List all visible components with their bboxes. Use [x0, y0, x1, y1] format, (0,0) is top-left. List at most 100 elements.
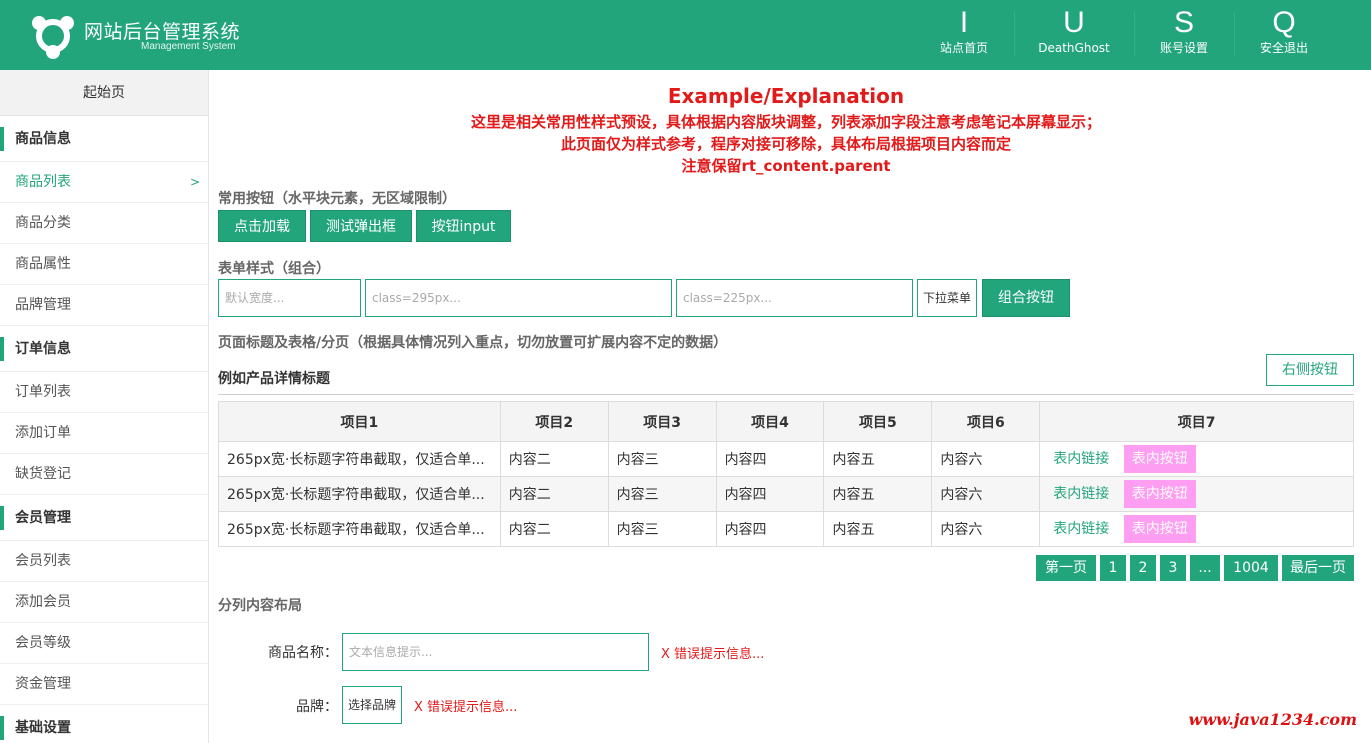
column-header: 项目3	[607, 401, 717, 442]
right-button[interactable]: 右侧按钮	[1266, 354, 1354, 386]
table-cell: 265px宽·长标题字符串截取，仅适合单...	[218, 511, 501, 547]
sidebar-item-add-order[interactable]: 添加订单	[0, 413, 208, 454]
chevron-right-icon: >	[189, 175, 200, 189]
sidebar-item-member-level[interactable]: 会员等级	[0, 623, 208, 664]
column-header: 项目2	[499, 401, 609, 442]
choose-brand-button[interactable]: 选择品牌	[342, 686, 402, 724]
table-cell-actions: 表内链接 表内按钮	[1039, 476, 1354, 512]
table-row: 265px宽·长标题字符串截取，仅适合单... 内容二 内容三 内容四 内容五 …	[218, 511, 1354, 547]
sidebar-item-goods-attr[interactable]: 商品属性	[0, 244, 208, 285]
top-nav: I 站点首页 U DeathGhost S 账号设置 Q 安全退出	[914, 0, 1334, 70]
table-cell: 内容六	[931, 441, 1041, 477]
user-icon: U	[1063, 6, 1085, 39]
page-first[interactable]: 第一页	[1036, 555, 1096, 581]
table-link[interactable]: 表内链接	[1053, 451, 1109, 467]
watermark: www.java1234.com	[1188, 710, 1357, 729]
column-header: 项目4	[715, 401, 825, 442]
table-button[interactable]: 表内按钮	[1123, 445, 1196, 473]
main-content: Example/Explanation 这里是相关常用性样式预设，具体根据内容版…	[218, 70, 1354, 743]
sidebar-item-brand[interactable]: 品牌管理	[0, 285, 208, 326]
medium-input[interactable]: class=225px...	[676, 279, 913, 317]
sidebar-item-goods-category[interactable]: 商品分类	[0, 203, 208, 244]
explanation-line: 注意保留rt_content.parent	[681, 157, 891, 175]
column-header: 项目6	[931, 401, 1041, 442]
sidebar-group-basic[interactable]: 基础设置	[0, 705, 208, 743]
system-subtitle: Management System	[141, 41, 236, 52]
group-button[interactable]: 组合按钮	[982, 279, 1070, 317]
explanation-line: 此页面仅为样式参考，程序对接可移除，具体布局根据项目内容而定	[560, 135, 1011, 153]
sidebar-item-order-list[interactable]: 订单列表	[0, 372, 208, 413]
brand-error: X 错误提示信息...	[414, 700, 518, 715]
detail-title: 例如产品详情标题	[218, 371, 330, 387]
sidebar-group-orders[interactable]: 订单信息	[0, 326, 208, 372]
buttons-section-title: 常用按钮（水平块元素，无区域限制）	[218, 191, 456, 207]
wide-input[interactable]: class=295px...	[365, 279, 672, 317]
page-2[interactable]: 2	[1130, 555, 1156, 581]
form-section-title: 表单样式（组合）	[218, 261, 330, 277]
default-width-input[interactable]: 默认宽度...	[218, 279, 361, 317]
sidebar-group-goods[interactable]: 商品信息	[0, 116, 208, 162]
page-last[interactable]: 最后一页	[1282, 555, 1354, 581]
sidebar-item-funds[interactable]: 资金管理	[0, 664, 208, 705]
sidebar-item-add-member[interactable]: 添加会员	[0, 582, 208, 623]
nav-user[interactable]: U DeathGhost	[1014, 0, 1134, 70]
nav-logout[interactable]: Q 安全退出	[1234, 0, 1334, 70]
table-link[interactable]: 表内链接	[1053, 521, 1109, 537]
table-cell-actions: 表内链接 表内按钮	[1039, 441, 1354, 477]
divider	[218, 394, 1354, 395]
column-header: 项目5	[823, 401, 933, 442]
page-last-number[interactable]: 1004	[1224, 555, 1278, 581]
table-cell: 265px宽·长标题字符串截取，仅适合单...	[218, 441, 501, 477]
table-section-title: 页面标题及表格/分页（根据具体情况列入重点，切勿放置可扩展内容不定的数据）	[218, 335, 728, 351]
table-button[interactable]: 表内按钮	[1123, 515, 1196, 543]
table-row: 265px宽·长标题字符串截取，仅适合单... 内容二 内容三 内容四 内容五 …	[218, 476, 1354, 512]
nav-user-label: DeathGhost	[1038, 41, 1110, 55]
table-cell: 内容三	[607, 441, 717, 477]
goods-name-label: 商品名称：	[268, 645, 338, 661]
page-ellipsis[interactable]: ...	[1190, 555, 1220, 581]
table-cell: 内容五	[823, 476, 933, 512]
sidebar-group-members[interactable]: 会员管理	[0, 495, 208, 541]
top-header: 网站后台管理系统 Management System I 站点首页 U Deat…	[0, 0, 1371, 70]
page-1[interactable]: 1	[1100, 555, 1126, 581]
load-button[interactable]: 点击加载	[218, 210, 306, 242]
sidebar-item-member-list[interactable]: 会员列表	[0, 541, 208, 582]
table-cell: 内容五	[823, 511, 933, 547]
explanation-line: 这里是相关常用性样式预设，具体根据内容版块调整，列表添加字段注意考虑笔记本屏幕显…	[470, 113, 1101, 131]
data-table: 项目1 项目2 项目3 项目4 项目5 项目6 项目7 265px宽·长标题字符…	[218, 401, 1354, 547]
page-3[interactable]: 3	[1160, 555, 1186, 581]
nav-home-label: 站点首页	[939, 41, 988, 55]
settings-icon: S	[1173, 6, 1194, 39]
logout-icon: Q	[1272, 6, 1296, 39]
table-cell: 内容三	[607, 476, 717, 512]
column-section-title: 分列内容布局	[218, 598, 302, 614]
dropdown-select[interactable]: 下拉菜单	[917, 279, 977, 317]
table-cell: 内容二	[499, 441, 609, 477]
table-cell: 内容六	[931, 476, 1041, 512]
sidebar-home[interactable]: 起始页	[0, 70, 208, 116]
table-cell: 内容四	[715, 511, 825, 547]
table-cell: 内容四	[715, 476, 825, 512]
goods-name-input[interactable]: 文本信息提示...	[342, 633, 649, 671]
table-link[interactable]: 表内链接	[1053, 486, 1109, 502]
sidebar-item-stockout[interactable]: 缺货登记	[0, 454, 208, 495]
table-button[interactable]: 表内按钮	[1123, 480, 1196, 508]
nav-home[interactable]: I 站点首页	[914, 0, 1014, 70]
input-button[interactable]: 按钮input	[416, 210, 511, 242]
table-cell: 内容二	[499, 476, 609, 512]
nav-settings[interactable]: S 账号设置	[1134, 0, 1234, 70]
column-header: 项目7	[1039, 401, 1354, 442]
column-header: 项目1	[218, 401, 501, 442]
sidebar-item-goods-list[interactable]: 商品列表 >	[0, 162, 208, 203]
popup-test-button[interactable]: 测试弹出框	[310, 210, 412, 242]
nav-logout-label: 安全退出	[1259, 41, 1308, 55]
nav-settings-label: 账号设置	[1159, 41, 1208, 55]
table-cell: 内容三	[607, 511, 717, 547]
table-cell: 内容四	[715, 441, 825, 477]
sidebar-item-label: 商品列表	[15, 174, 71, 190]
logo-icon	[32, 16, 74, 59]
brand-label: 品牌：	[296, 699, 338, 715]
system-title: 网站后台管理系统	[84, 21, 241, 43]
goods-name-error: X 错误提示信息...	[661, 647, 765, 662]
table-cell-actions: 表内链接 表内按钮	[1039, 511, 1354, 547]
